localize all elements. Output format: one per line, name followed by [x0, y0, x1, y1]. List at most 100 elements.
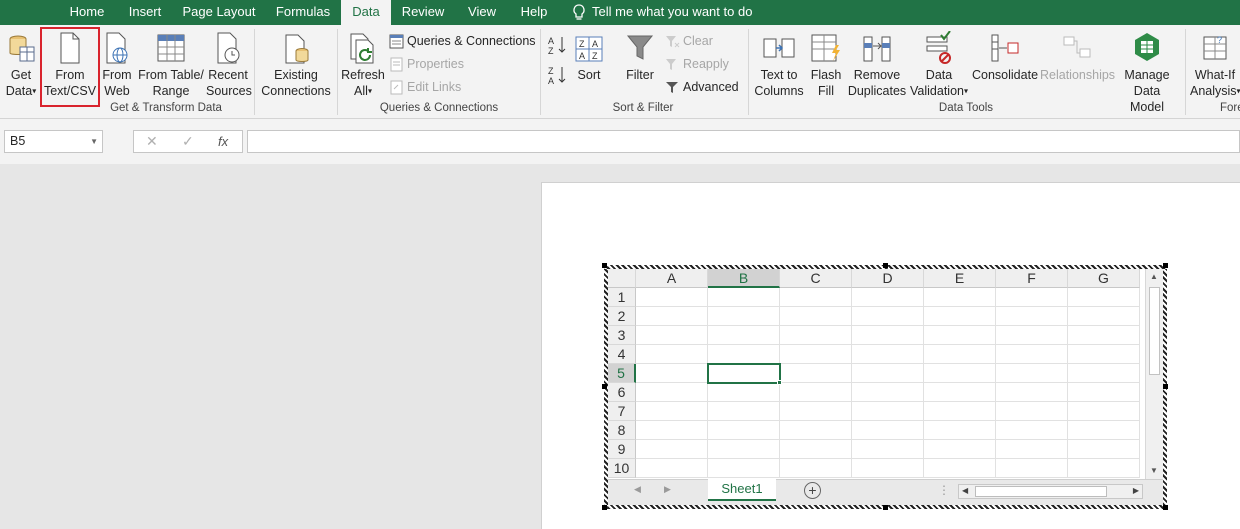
prev-sheet-icon[interactable]: ◀ — [634, 484, 641, 495]
text-to-columns-button[interactable]: Text to Columns — [752, 31, 806, 99]
resize-handle[interactable] — [602, 384, 607, 389]
cell-C9[interactable] — [780, 440, 852, 459]
row-header[interactable]: 10 — [608, 459, 636, 478]
cell-A2[interactable] — [636, 307, 708, 326]
cell-C5[interactable] — [780, 364, 852, 383]
cell-D6[interactable] — [852, 383, 924, 402]
row-header[interactable]: 7 — [608, 402, 636, 421]
cell-E8[interactable] — [924, 421, 996, 440]
row-header[interactable]: 3 — [608, 326, 636, 345]
cell-E2[interactable] — [924, 307, 996, 326]
column-header[interactable]: G — [1068, 269, 1140, 288]
clear-filter-button[interactable]: Clear — [665, 33, 713, 51]
cell-D2[interactable] — [852, 307, 924, 326]
fill-handle[interactable] — [777, 380, 782, 385]
tab-data[interactable]: Data — [341, 0, 391, 25]
cell-B1[interactable] — [708, 288, 780, 307]
tab-review[interactable]: Review — [396, 0, 450, 25]
tab-help[interactable]: Help — [512, 0, 556, 25]
cell-G5[interactable] — [1068, 364, 1140, 383]
cell-A7[interactable] — [636, 402, 708, 421]
add-sheet-icon[interactable]: + — [804, 482, 821, 499]
cell-B10[interactable] — [708, 459, 780, 478]
cell-D4[interactable] — [852, 345, 924, 364]
cell-D8[interactable] — [852, 421, 924, 440]
row-header[interactable]: 8 — [608, 421, 636, 440]
column-header[interactable]: B — [708, 269, 780, 288]
horizontal-scrollbar[interactable]: ◀ ▶ — [958, 484, 1143, 499]
cell-E3[interactable] — [924, 326, 996, 345]
cell-A8[interactable] — [636, 421, 708, 440]
cell-G2[interactable] — [1068, 307, 1140, 326]
consolidate-button[interactable]: Consolidate — [972, 31, 1038, 83]
cell-F3[interactable] — [996, 326, 1068, 345]
cell-G10[interactable] — [1068, 459, 1140, 478]
filter-button[interactable]: Filter — [621, 31, 659, 83]
from-web-button[interactable]: From Web — [100, 31, 134, 99]
cell-F8[interactable] — [996, 421, 1068, 440]
select-all-corner[interactable] — [608, 269, 636, 288]
formula-input[interactable] — [247, 130, 1240, 153]
row-header[interactable]: 6 — [608, 383, 636, 402]
cell-G6[interactable] — [1068, 383, 1140, 402]
cell-B3[interactable] — [708, 326, 780, 345]
cell-C1[interactable] — [780, 288, 852, 307]
cell-C10[interactable] — [780, 459, 852, 478]
cell-C8[interactable] — [780, 421, 852, 440]
cell-B4[interactable] — [708, 345, 780, 364]
refresh-all-button[interactable]: Refresh All▾ — [340, 31, 386, 100]
cell-C3[interactable] — [780, 326, 852, 345]
cell-A3[interactable] — [636, 326, 708, 345]
cancel-icon[interactable]: ✕ — [146, 133, 158, 150]
cell-C2[interactable] — [780, 307, 852, 326]
cell-B7[interactable] — [708, 402, 780, 421]
column-header[interactable]: D — [852, 269, 924, 288]
cell-B2[interactable] — [708, 307, 780, 326]
cell-F1[interactable] — [996, 288, 1068, 307]
cell-D10[interactable] — [852, 459, 924, 478]
cell-A5[interactable] — [636, 364, 708, 383]
remove-duplicates-button[interactable]: Remove Duplicates — [847, 31, 907, 99]
flash-fill-button[interactable]: Flash Fill — [808, 31, 844, 99]
cell-G8[interactable] — [1068, 421, 1140, 440]
row-header[interactable]: 5 — [608, 364, 636, 383]
cell-B6[interactable] — [708, 383, 780, 402]
cell-A10[interactable] — [636, 459, 708, 478]
cell-F10[interactable] — [996, 459, 1068, 478]
cell-E10[interactable] — [924, 459, 996, 478]
name-box[interactable]: B5 ▼ — [4, 130, 103, 153]
sheet-tab[interactable]: Sheet1 — [708, 479, 776, 501]
cell-C4[interactable] — [780, 345, 852, 364]
cell-A4[interactable] — [636, 345, 708, 364]
scroll-up-icon[interactable]: ▲ — [1150, 272, 1158, 281]
cell-F4[interactable] — [996, 345, 1068, 364]
cell-D7[interactable] — [852, 402, 924, 421]
tell-me-box[interactable]: Tell me what you want to do — [572, 0, 752, 25]
cell-F2[interactable] — [996, 307, 1068, 326]
tab-view[interactable]: View — [460, 0, 504, 25]
tab-formulas[interactable]: Formulas — [270, 0, 336, 25]
cell-E5[interactable] — [924, 364, 996, 383]
enter-check-icon[interactable]: ✓ — [182, 133, 194, 150]
edit-links-button[interactable]: Edit Links — [389, 79, 461, 97]
cell-F5[interactable] — [996, 364, 1068, 383]
row-header[interactable]: 9 — [608, 440, 636, 459]
relationships-button[interactable]: Relationships — [1040, 31, 1115, 83]
column-header[interactable]: E — [924, 269, 996, 288]
resize-handle[interactable] — [602, 263, 607, 268]
sort-descending-button[interactable]: ZA — [546, 65, 570, 87]
cell-A1[interactable] — [636, 288, 708, 307]
cell-G1[interactable] — [1068, 288, 1140, 307]
cell-G9[interactable] — [1068, 440, 1140, 459]
cell-D5[interactable] — [852, 364, 924, 383]
cell-G3[interactable] — [1068, 326, 1140, 345]
queries-connections-button[interactable]: Queries & Connections — [389, 33, 536, 51]
cell-E6[interactable] — [924, 383, 996, 402]
cell-E7[interactable] — [924, 402, 996, 421]
tab-home[interactable]: Home — [60, 0, 114, 25]
reapply-button[interactable]: Reapply — [665, 56, 729, 74]
vertical-scroll-thumb[interactable] — [1149, 287, 1160, 375]
cell-B9[interactable] — [708, 440, 780, 459]
cell-E1[interactable] — [924, 288, 996, 307]
get-data-button[interactable]: Get Data▾ — [2, 31, 40, 100]
